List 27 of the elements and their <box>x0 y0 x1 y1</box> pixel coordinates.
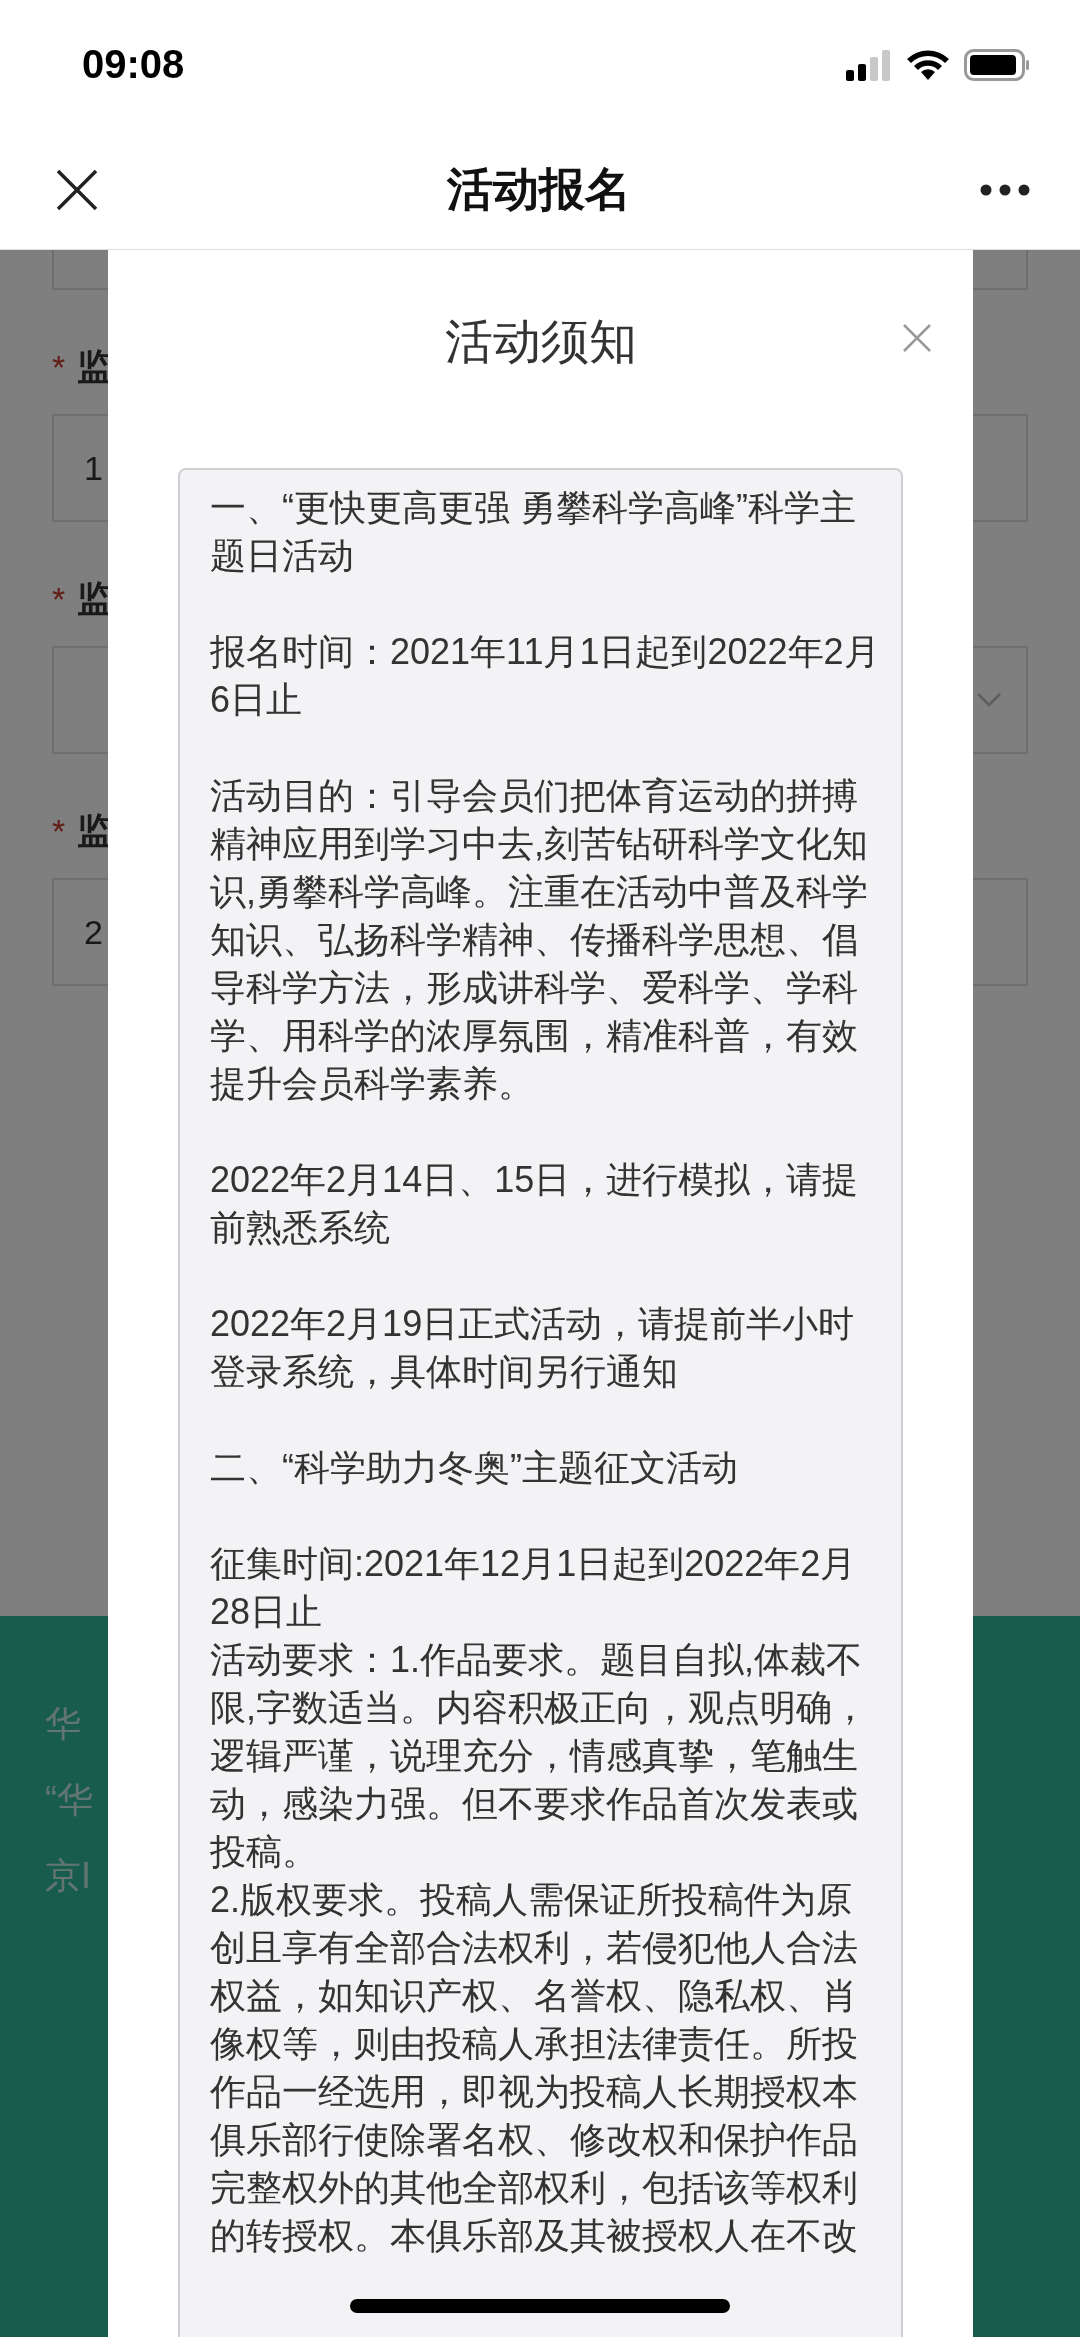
close-icon[interactable] <box>56 168 98 211</box>
required-mark: * <box>52 579 66 619</box>
signal-icon <box>846 49 892 81</box>
notice-paragraph: 报名时间：2021年11月1日起到2022年2月6日止 <box>210 630 881 722</box>
notice-paragraph: 2022年2月14日、15日，进行模拟，请提前熟悉系统 <box>210 1158 860 1250</box>
required-mark: * <box>52 347 66 387</box>
notice-paragraph: 2022年2月19日正式活动，请提前半小时登录系统，具体时间另行通知 <box>210 1302 856 1394</box>
notice-paragraph: 征集时间:2021年12月1日起到2022年2月28日止 <box>210 1542 858 1634</box>
footer-text: 京I <box>45 1854 91 1898</box>
wifi-icon <box>906 49 950 81</box>
notice-paragraph: 2.版权要求。投稿人需保证所投稿件为原创且享有全部合法权利，若侵犯他人合法权益，如知识产权、名誉权、隐私权、肖像权等，则由投稿人承担法律责任。所投作品一经选用，即视为投稿人长期授权本俱乐部行使除署名权、修改权和保护作品完整权外的其他全部权利，包括该等权利的转授权。本俱乐部及其被授权人在不改 <box>210 1878 859 2258</box>
more-icon[interactable] <box>980 183 1030 196</box>
footer-text: “华 <box>45 1778 93 1822</box>
field-label: 监 <box>77 808 114 853</box>
dialog-title: 活动须知 <box>444 314 637 370</box>
field-label: 监 <box>77 344 114 389</box>
chevron-down-icon <box>976 692 1002 708</box>
notice-paragraph: 活动要求：1.作品要求。题目自拟,体裁不限,字数适当。内容积极正向，观点明确，逻辑严谨，说理充分，情感真挚，笔触生动，感染力强。但不要求作品首次发表或投稿。 <box>210 1638 869 1874</box>
notice-paragraph: 一、“更快更高更强 勇攀科学高峰”科学主题日活动 <box>210 486 857 578</box>
required-mark: * <box>52 811 66 851</box>
footer-text: 华 <box>45 1702 81 1746</box>
status-time: 09:08 <box>82 41 185 87</box>
battery-icon <box>964 49 1030 81</box>
page-title: 活动报名 <box>447 161 631 217</box>
notice-paragraph: 活动目的：引导会员们把体育运动的拼搏精神应用到学习中去,刻苦钻研科学文化知识,勇攀科学高峰。注重在活动中普及科学知识、弘扬科学精神、传播科学思想、倡导科学方法，形成讲科学、爱科学、学科学、用科学的浓厚氛围，精准科普，有效提升会员科学素养。 <box>210 774 869 1106</box>
notice-paragraph: 二、“科学助力冬奥”主题征文活动 <box>210 1446 739 1490</box>
field-label: 监 <box>77 576 114 621</box>
